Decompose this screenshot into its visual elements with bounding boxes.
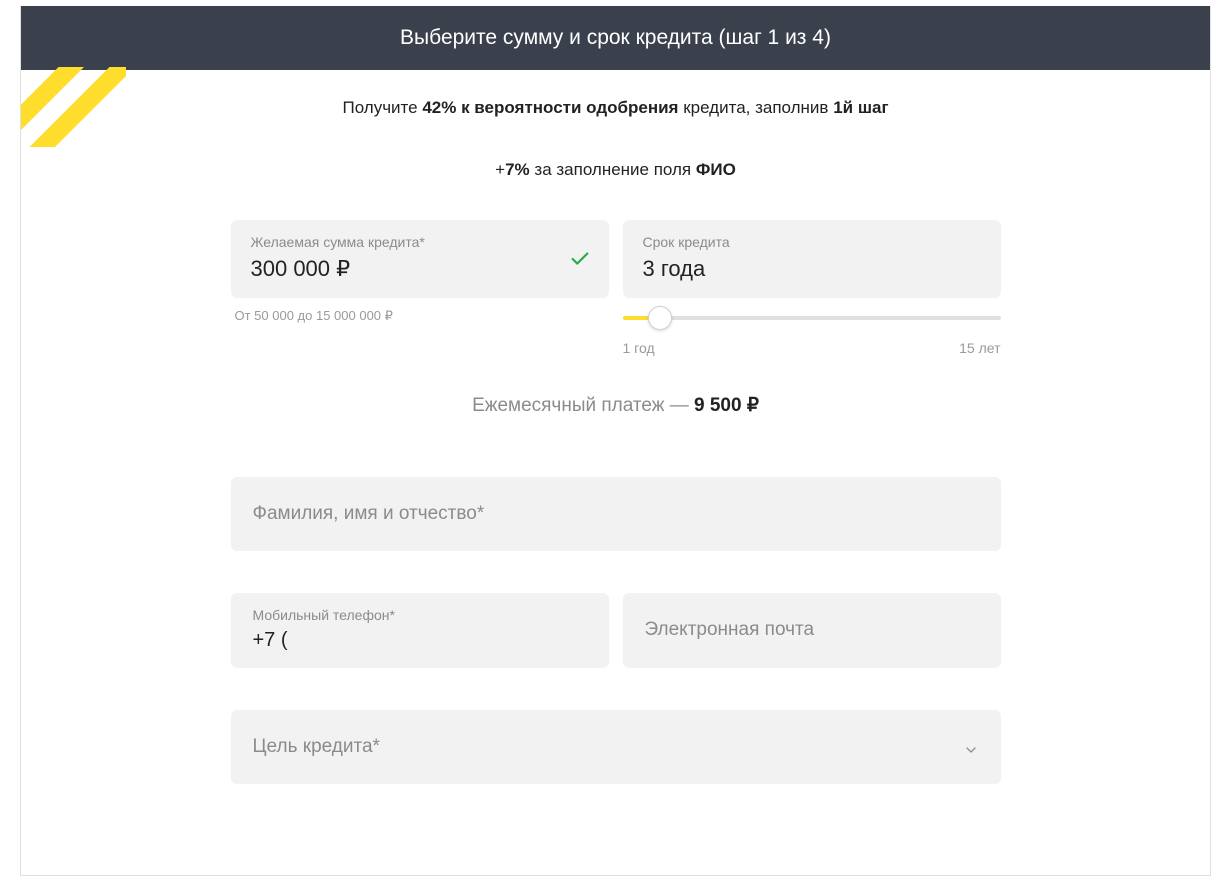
term-field[interactable]: Срок кредита 3 года — [623, 220, 1001, 298]
term-label: Срок кредита — [643, 234, 981, 250]
slider-track — [623, 316, 1001, 320]
approval-step: 1й шаг — [833, 98, 888, 117]
form: Желаемая сумма кредита* 300 000 ₽ От 50 … — [231, 220, 1001, 824]
brand-stripes — [21, 67, 126, 147]
fio-field[interactable]: Фамилия, имя и отчество* — [231, 477, 1001, 551]
bonus-field: ФИО — [696, 160, 736, 179]
bonus-plus: + — [495, 160, 505, 179]
term-value: 3 года — [643, 256, 981, 282]
term-min-label: 1 год — [623, 340, 655, 356]
slider-labels: 1 год 15 лет — [623, 340, 1001, 356]
monthly-value: 9 500 ₽ — [694, 395, 759, 416]
approval-suffix: кредита, заполнив — [678, 98, 833, 117]
fio-placeholder: Фамилия, имя и отчество* — [253, 503, 485, 524]
term-slider[interactable] — [623, 304, 1001, 334]
step-title: Выберите сумму и срок кредита (шаг 1 из … — [400, 26, 831, 49]
amount-term-row: Желаемая сумма кредита* 300 000 ₽ От 50 … — [231, 220, 1001, 356]
email-placeholder: Электронная почта — [645, 619, 815, 640]
bonus-line: +7% за заполнение поля ФИО — [21, 146, 1210, 220]
amount-value: 300 000 ₽ — [251, 256, 589, 282]
step-header: Выберите сумму и срок кредита (шаг 1 из … — [21, 6, 1210, 70]
bonus-pct: 7% — [505, 160, 530, 179]
approval-prefix: Получите — [342, 98, 422, 117]
page: Выберите сумму и срок кредита (шаг 1 из … — [20, 6, 1211, 876]
monthly-label: Ежемесячный платеж — — [472, 395, 694, 416]
phone-field[interactable]: Мобильный телефон* +7 ( — [231, 593, 609, 668]
bonus-text: за заполнение поля — [530, 160, 696, 179]
approval-pct: 42% к вероятности одобрения — [422, 98, 678, 117]
monthly-payment: Ежемесячный платеж — 9 500 ₽ — [231, 394, 1001, 417]
check-icon — [569, 248, 591, 275]
purpose-select[interactable]: Цель кредита* — [231, 710, 1001, 784]
amount-field[interactable]: Желаемая сумма кредита* 300 000 ₽ — [231, 220, 609, 298]
email-field[interactable]: Электронная почта — [623, 593, 1001, 668]
amount-label: Желаемая сумма кредита* — [251, 234, 589, 250]
slider-thumb[interactable] — [648, 306, 672, 330]
purpose-placeholder: Цель кредита* — [253, 736, 380, 757]
phone-label: Мобильный телефон* — [253, 607, 587, 623]
term-max-label: 15 лет — [959, 340, 1000, 356]
amount-hint: От 50 000 до 15 000 000 ₽ — [231, 308, 609, 324]
phone-value: +7 ( — [253, 629, 587, 652]
approval-line: Получите 42% к вероятности одобрения кре… — [21, 70, 1210, 146]
chevron-down-icon — [963, 742, 979, 763]
